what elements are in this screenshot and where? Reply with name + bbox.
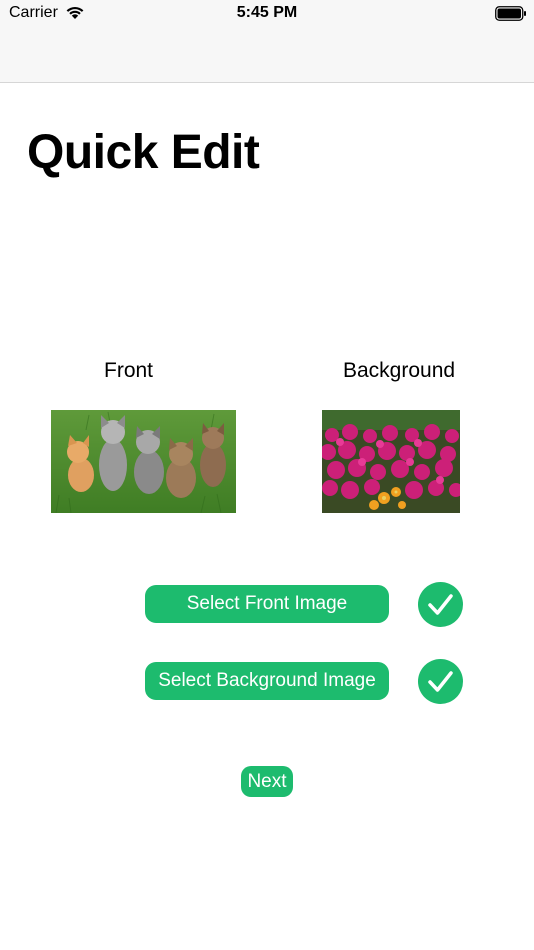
front-image-preview [51,410,236,513]
page-title: Quick Edit [27,126,260,179]
select-front-image-button[interactable]: Select Front Image [145,585,389,623]
background-checkmark-icon [418,659,463,704]
next-button[interactable]: Next [241,766,293,797]
status-bar: Carrier 5:45 PM [0,0,534,28]
select-background-image-button[interactable]: Select Background Image [145,662,389,700]
battery-icon [495,6,526,21]
status-time: 5:45 PM [236,4,298,21]
background-label: Background [343,359,456,382]
front-checkmark-icon [418,582,463,627]
background-image-preview [322,410,460,513]
front-label: Front [104,359,154,382]
navigation-bar [0,28,534,83]
